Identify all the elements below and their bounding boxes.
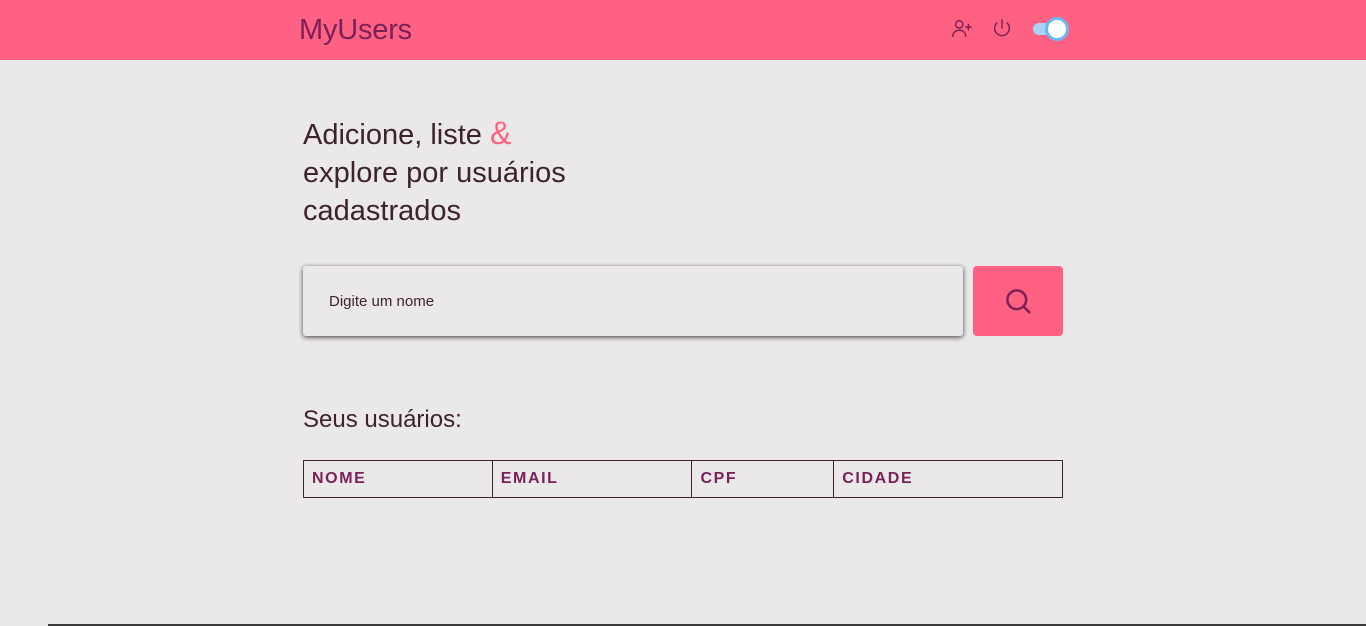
users-table: NOME EMAIL CPF CIDADE <box>303 460 1063 498</box>
search-input[interactable] <box>303 266 963 336</box>
column-header-cpf[interactable]: CPF <box>691 460 835 498</box>
hero-heading: Adicione, liste & explore por usuários c… <box>303 114 723 230</box>
power-icon[interactable] <box>991 17 1013 39</box>
hero-line-2: explore por usuários <box>303 157 566 189</box>
column-header-cidade[interactable]: CIDADE <box>833 460 1063 498</box>
column-header-nome[interactable]: NOME <box>303 460 493 498</box>
add-user-icon[interactable] <box>951 17 973 39</box>
search-icon <box>1006 289 1031 314</box>
hero-line-1: Adicione, liste <box>303 119 490 151</box>
toggle-knob <box>1045 17 1069 41</box>
hero-line-3: cadastrados <box>303 195 461 227</box>
users-section-title: Seus usuários: <box>303 406 462 433</box>
theme-toggle[interactable] <box>1033 17 1069 41</box>
table-header-row: NOME EMAIL CPF CIDADE <box>303 460 1063 498</box>
hero-ampersand: & <box>490 115 512 151</box>
top-bar: MyUsers <box>0 0 1366 60</box>
column-header-email[interactable]: EMAIL <box>491 460 693 498</box>
search-button[interactable] <box>973 266 1063 336</box>
brand-logo[interactable]: MyUsers <box>299 14 412 47</box>
